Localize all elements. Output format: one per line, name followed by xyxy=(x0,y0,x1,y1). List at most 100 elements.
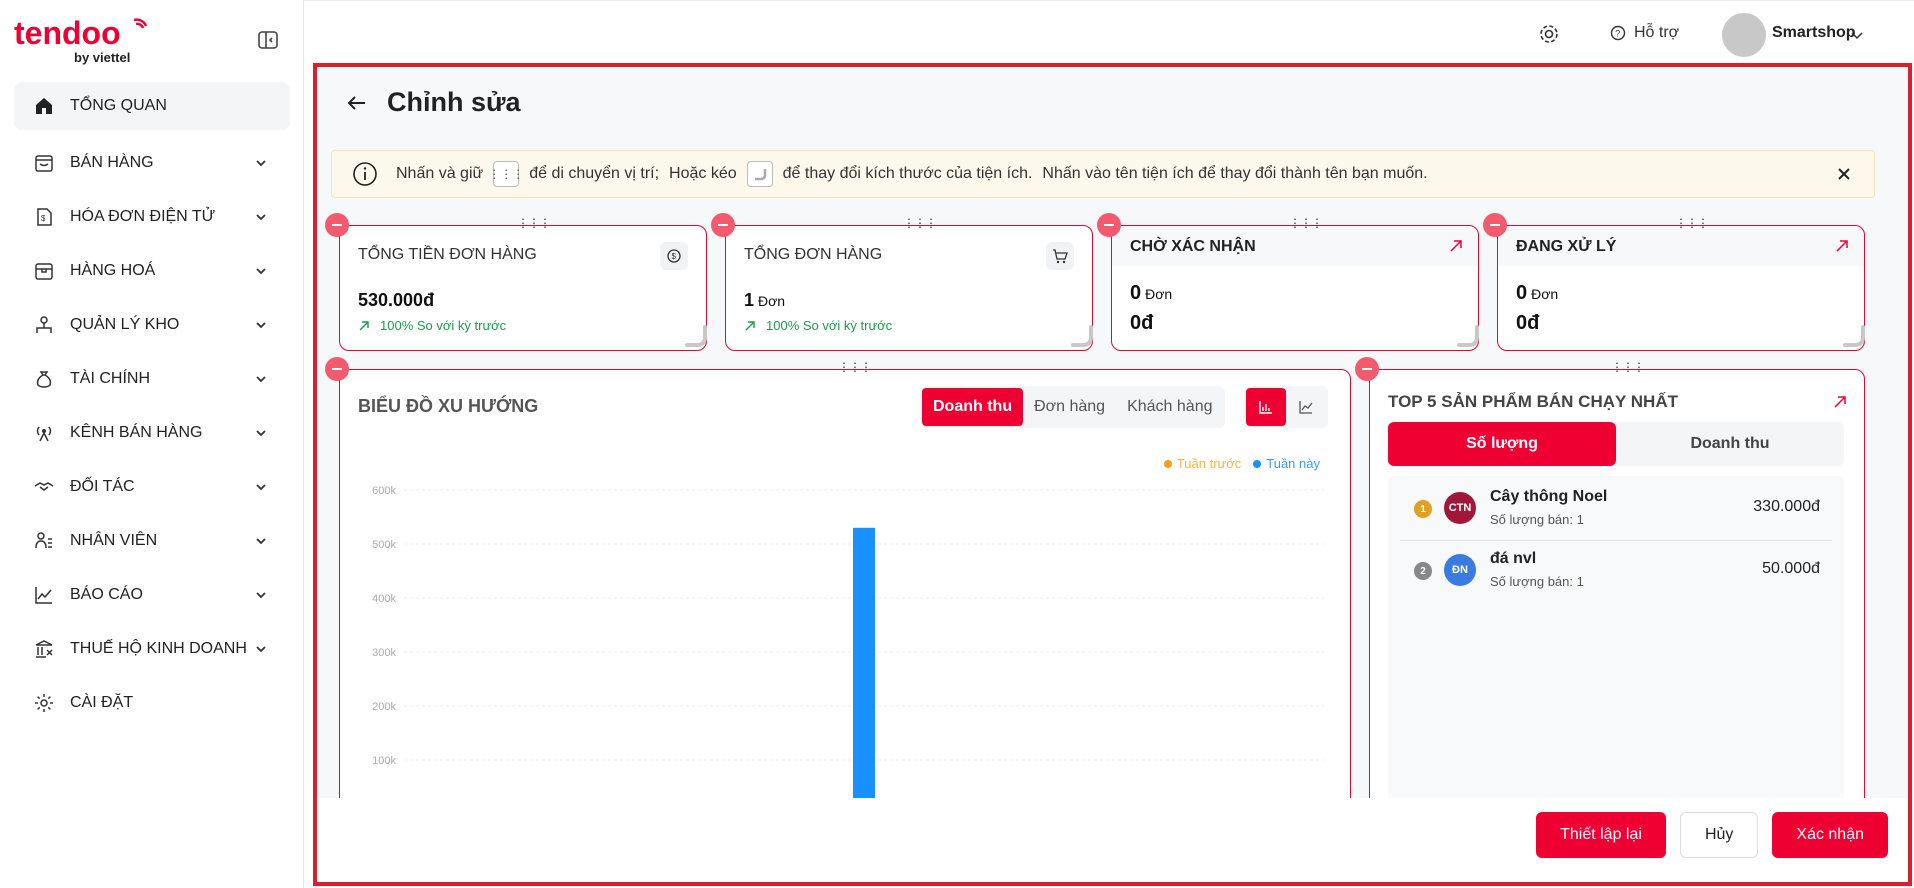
resize-handle-icon[interactable] xyxy=(1455,323,1483,351)
reset-button[interactable]: Thiết lập lại xyxy=(1536,812,1666,858)
chevron-down-icon xyxy=(256,592,266,599)
chevron-down-icon xyxy=(256,160,266,167)
sidebar-item-nhan-vien[interactable]: NHÂN VIÊN xyxy=(14,514,290,568)
sidebar-item-label: TỔNG QUAN xyxy=(70,97,167,114)
sidebar-item-hang-hoa[interactable]: HÀNG HOÁ xyxy=(14,244,290,298)
sidebar-item-quan-ly-kho[interactable]: QUẢN LÝ KHO xyxy=(14,298,290,352)
help-link[interactable]: ? Hỗ trợ xyxy=(1610,24,1679,42)
resize-corner-icon xyxy=(746,161,773,187)
external-link-arrow-icon[interactable] xyxy=(1834,238,1850,254)
chart-type-toggle xyxy=(1244,386,1328,428)
sidebar-item-label: BÁN HÀNG xyxy=(70,154,154,171)
widget-title[interactable]: TỔNG TIỀN ĐƠN HÀNG xyxy=(358,246,537,264)
drag-handle-icon[interactable]: ⋮⋮⋮ xyxy=(1289,217,1323,229)
widget-total-revenue[interactable]: TỔNG TIỀN ĐƠN HÀNG $ 530.000đ 100% So vớ… xyxy=(339,225,707,351)
settings-gear-icon[interactable] xyxy=(1538,23,1560,45)
widget-title[interactable]: TỔNG ĐƠN HÀNG xyxy=(744,246,882,264)
widget-value: 1 Đơn xyxy=(744,290,786,310)
resize-handle-icon[interactable] xyxy=(1841,323,1869,351)
tab-customers[interactable]: Khách hàng xyxy=(1116,388,1223,426)
widget-awaiting-confirmation[interactable]: CHỜ XÁC NHẬN 0 Đơn 0đ xyxy=(1111,225,1479,351)
list-item[interactable]: 1 CTN Cây thông Noel Số lượng bán: 1 330… xyxy=(1400,480,1832,540)
external-link-arrow-icon[interactable] xyxy=(1832,394,1848,410)
revenue-icon: $ xyxy=(660,242,688,270)
remove-widget-button[interactable] xyxy=(325,213,349,237)
edit-hint-banner: Nhấn và giữ ⋮⋮⋮ để di chuyển vị trí; Hoặ… xyxy=(331,150,1875,198)
sidebar-item-label: ĐỐI TÁC xyxy=(70,478,135,495)
resize-handle-icon[interactable] xyxy=(1069,323,1097,351)
product-name: đá nvl xyxy=(1490,550,1537,567)
y-tick-label: 500k xyxy=(372,539,396,551)
bar-chart-toggle[interactable] xyxy=(1246,388,1286,426)
list-item[interactable]: 2 ĐN đá nvl Số lượng bán: 1 50.000đ xyxy=(1400,542,1832,602)
y-tick-label: 300k xyxy=(372,647,396,659)
bar-chart-icon xyxy=(1259,401,1272,414)
widget-title[interactable]: ĐANG XỬ LÝ xyxy=(1516,238,1616,256)
warehouse-icon xyxy=(32,313,56,337)
resize-handle-icon[interactable] xyxy=(683,323,711,351)
line-chart-icon xyxy=(1299,401,1313,414)
y-tick-label: 100k xyxy=(372,755,396,767)
sidebar-item-label: KÊNH BÁN HÀNG xyxy=(70,424,203,441)
widget-title[interactable]: CHỜ XÁC NHẬN xyxy=(1130,238,1256,256)
remove-widget-button[interactable] xyxy=(1355,357,1379,381)
tab-revenue[interactable]: Doanh thu xyxy=(1616,422,1844,466)
back-arrow-icon[interactable] xyxy=(343,89,371,117)
drag-handle-icon[interactable]: ⋮⋮⋮ xyxy=(838,361,872,373)
tendoo-logo-icon: tendoo xyxy=(14,15,148,51)
cancel-button[interactable]: Hủy xyxy=(1679,812,1759,858)
widget-total-orders[interactable]: TỔNG ĐƠN HÀNG 1 Đơn 100% So với kỳ trước xyxy=(725,225,1093,351)
legend-item-this-week[interactable]: Tuần này xyxy=(1253,456,1320,471)
close-icon[interactable] xyxy=(1834,164,1854,184)
sidebar-item-thue[interactable]: THUẾ HỘ KINH DOANH xyxy=(14,622,290,676)
tab-quantity[interactable]: Số lượng xyxy=(1388,422,1616,466)
drag-handle-icon[interactable]: ⋮⋮⋮ xyxy=(1611,361,1645,373)
page-header: Chỉnh sửa xyxy=(343,87,521,118)
avatar[interactable] xyxy=(1722,13,1766,57)
widget-title[interactable]: BIỂU ĐỒ XU HƯỚNG xyxy=(358,396,538,417)
hint-text-2: để di chuyển vị trí; xyxy=(529,165,660,182)
shop-name[interactable]: Smartshop xyxy=(1772,24,1856,42)
chart-bar[interactable] xyxy=(853,527,875,814)
widget-title[interactable]: TOP 5 SẢN PHẨM BÁN CHẠY NHẤT xyxy=(1388,392,1678,412)
sidebar-item-hoa-don[interactable]: $ HÓA ĐƠN ĐIỆN TỬ xyxy=(14,190,290,244)
y-tick-label: 200k xyxy=(372,701,396,713)
tab-orders[interactable]: Đơn hàng xyxy=(1023,388,1116,426)
chevron-down-icon xyxy=(256,538,266,545)
chevron-down-icon xyxy=(256,430,266,437)
legend-label: Tuần trước xyxy=(1176,456,1242,471)
sidebar-item-cai-dat[interactable]: CÀI ĐẶT xyxy=(14,676,290,730)
chevron-down-icon[interactable] xyxy=(1850,28,1864,42)
brand-logo[interactable]: tendoo by viettel xyxy=(14,14,164,65)
product-value: 50.000đ xyxy=(1762,560,1820,577)
drag-handle-icon[interactable]: ⋮⋮⋮ xyxy=(903,217,937,229)
product-sold-qty: Số lượng bán: 1 xyxy=(1490,574,1584,589)
legend-item-prev-week[interactable]: Tuần trước xyxy=(1163,456,1242,471)
footer-actions: Thiết lập lại Hủy Xác nhận xyxy=(1522,812,1888,858)
remove-widget-button[interactable] xyxy=(1097,213,1121,237)
product-avatar: ĐN xyxy=(1444,554,1476,586)
remove-widget-button[interactable] xyxy=(1483,213,1507,237)
sidebar-item-tai-chinh[interactable]: TÀI CHÍNH xyxy=(14,352,290,406)
drag-handle-icon[interactable]: ⋮⋮⋮ xyxy=(1675,217,1709,229)
confirm-button[interactable]: Xác nhận xyxy=(1772,812,1888,858)
sidebar-item-kenh-ban-hang[interactable]: KÊNH BÁN HÀNG xyxy=(14,406,290,460)
remove-widget-button[interactable] xyxy=(711,213,735,237)
sidebar-item-tong-quan[interactable]: TỔNG QUAN xyxy=(14,82,290,130)
tax-icon xyxy=(32,637,56,661)
remove-widget-button[interactable] xyxy=(325,357,349,381)
sidebar-item-bao-cao[interactable]: BÁO CÁO xyxy=(14,568,290,622)
widget-money: 0đ xyxy=(1130,312,1154,334)
widget-processing[interactable]: ĐANG XỬ LÝ 0 Đơn 0đ xyxy=(1497,225,1865,351)
tab-revenue[interactable]: Doanh thu xyxy=(922,388,1024,426)
sidebar: tendoo by viettel TỔNG QUAN BÁN HÀNG $ H… xyxy=(0,0,304,888)
sidebar-item-ban-hang[interactable]: BÁN HÀNG xyxy=(14,136,290,190)
trend-text: 100% So với kỳ trước xyxy=(380,318,507,333)
line-chart-toggle[interactable] xyxy=(1286,388,1326,426)
external-link-arrow-icon[interactable] xyxy=(1448,238,1464,254)
sidebar-item-doi-tac[interactable]: ĐỐI TÁC xyxy=(14,460,290,514)
drag-handle-icon[interactable]: ⋮⋮⋮ xyxy=(517,217,551,229)
metric-tabs: Doanh thu Đơn hàng Khách hàng xyxy=(920,386,1226,428)
widget-value: 530.000đ xyxy=(358,290,435,310)
sidebar-collapse-icon[interactable] xyxy=(256,28,280,52)
